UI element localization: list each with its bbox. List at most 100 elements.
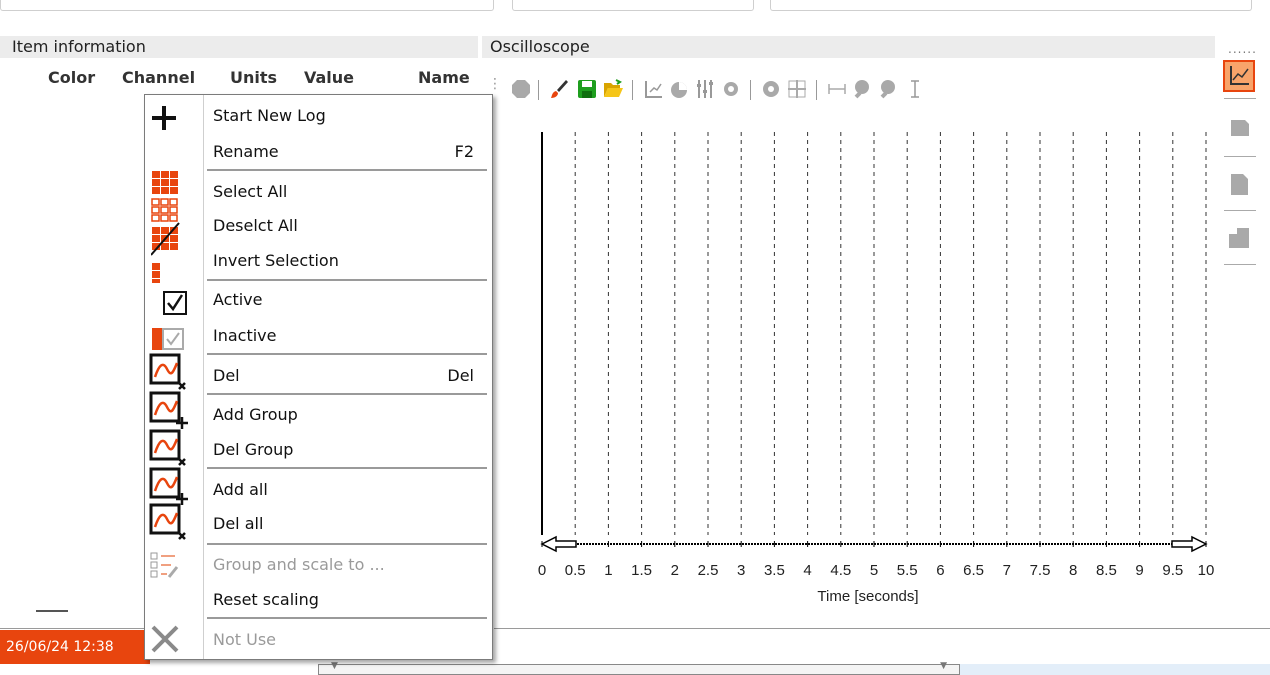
x-tick-labels: 0 0.5 1 1.5 2 2.5 3 3.5 4 4.5 5 5.5 6 6.5 7 7.5 8 8.5 9 9.5… bbox=[538, 562, 1215, 579]
menu-item-invert-selection[interactable]: Invert Selection bbox=[213, 246, 483, 276]
gear-icon[interactable] bbox=[720, 78, 742, 100]
save-icon[interactable] bbox=[576, 78, 598, 100]
x-tick-label: 3 bbox=[737, 562, 745, 579]
toolbar-separator bbox=[816, 80, 817, 100]
menu-item-label: Inactive bbox=[213, 326, 277, 345]
axis-icon[interactable] bbox=[642, 78, 664, 100]
cursor-icon[interactable] bbox=[904, 78, 926, 100]
chevron-down-icon: ▼ bbox=[940, 661, 947, 671]
toolbar-separator bbox=[538, 80, 539, 100]
minus-icon[interactable] bbox=[36, 610, 68, 612]
status-timestamp: 26/06/24 12:38 bbox=[0, 630, 150, 664]
menu-separator bbox=[207, 279, 487, 281]
top-field-2[interactable] bbox=[512, 0, 754, 11]
checkbox-grey-icon bbox=[152, 328, 184, 350]
x-axis bbox=[540, 535, 1208, 553]
x-tick-label: 10 bbox=[1198, 562, 1215, 579]
context-menu: Start New Log Rename F2 Select All Desel… bbox=[144, 94, 493, 660]
checkbox-checked-icon bbox=[163, 291, 187, 315]
chart-view-icon[interactable] bbox=[1223, 60, 1255, 92]
cross-icon bbox=[151, 625, 179, 653]
oscilloscope-title: Oscilloscope bbox=[482, 36, 1215, 58]
open-folder-icon[interactable] bbox=[602, 78, 624, 100]
toolbar-grip-icon: ⋮ bbox=[488, 76, 502, 92]
bottom-combobox[interactable]: ▼ ▼ bbox=[318, 661, 960, 675]
menu-item-label: Invert Selection bbox=[213, 251, 339, 270]
menu-item-add-group[interactable]: Add Group bbox=[213, 400, 483, 430]
document-icon[interactable] bbox=[1223, 168, 1255, 200]
menu-item-deselect-all[interactable]: Deselct All bbox=[213, 211, 483, 241]
toolbar-separator bbox=[632, 80, 633, 100]
column-units[interactable]: Units bbox=[230, 68, 277, 87]
menu-separator bbox=[207, 543, 487, 545]
layout-icon[interactable] bbox=[1223, 222, 1255, 254]
divider bbox=[1224, 156, 1256, 157]
menu-item-label: Not Use bbox=[213, 630, 277, 649]
x-tick-label: 9 bbox=[1135, 562, 1143, 579]
menu-item-group-and-scale[interactable]: Group and scale to ... bbox=[213, 550, 483, 580]
menu-item-inactive[interactable]: Inactive bbox=[213, 321, 483, 351]
x-tick-label: 7.5 bbox=[1030, 562, 1051, 579]
menu-item-label: Add all bbox=[213, 480, 268, 499]
zoom-out-icon[interactable] bbox=[878, 78, 900, 100]
column-color[interactable]: Color bbox=[48, 68, 95, 87]
menu-item-label: Active bbox=[213, 290, 263, 309]
menu-shortcut: Del bbox=[447, 366, 474, 385]
menu-item-not-use[interactable]: Not Use bbox=[213, 625, 483, 655]
menu-item-label: Start New Log bbox=[213, 106, 326, 125]
chevron-down-icon: ▼ bbox=[331, 661, 338, 671]
menu-item-label: Add Group bbox=[213, 405, 298, 424]
x-tick-label: 1.5 bbox=[631, 562, 652, 579]
oscilloscope-plot[interactable]: 0 0.5 1 1.5 2 2.5 3 3.5 4 4.5 5 5.5 6 6.5 7 7.5 8 8.5 9 9.5… bbox=[482, 110, 1222, 610]
menu-item-active[interactable]: Active bbox=[213, 285, 483, 315]
sliders-icon[interactable] bbox=[694, 78, 716, 100]
divider bbox=[1224, 210, 1256, 211]
menu-item-start-new-log[interactable]: Start New Log bbox=[213, 101, 483, 131]
tag-icon[interactable] bbox=[1223, 112, 1255, 144]
panel-grip-icon: ...... bbox=[1228, 42, 1257, 56]
x-tick-label: 9.5 bbox=[1162, 562, 1183, 579]
move-icon[interactable] bbox=[786, 78, 808, 100]
x-tick-label: 4 bbox=[803, 562, 811, 579]
gear-icon[interactable] bbox=[760, 78, 782, 100]
x-tick-label: 6.5 bbox=[963, 562, 984, 579]
x-tick-label: 2 bbox=[671, 562, 679, 579]
menu-item-rename[interactable]: Rename bbox=[213, 137, 483, 167]
zoom-in-icon[interactable] bbox=[852, 78, 874, 100]
top-field-1[interactable] bbox=[0, 0, 494, 11]
menu-item-del-group[interactable]: Del Group bbox=[213, 435, 483, 465]
divider bbox=[1224, 264, 1256, 265]
column-channel[interactable]: Channel bbox=[122, 68, 195, 87]
menu-item-reset-scaling[interactable]: Reset scaling bbox=[213, 585, 483, 615]
wave-delete-icon bbox=[149, 353, 186, 390]
group-scale-icon bbox=[150, 552, 179, 578]
top-field-3[interactable] bbox=[770, 0, 1252, 11]
x-tick-label: 5.5 bbox=[897, 562, 918, 579]
menu-item-del[interactable]: Del bbox=[213, 361, 483, 391]
scroll-left-arrow-icon[interactable] bbox=[540, 535, 577, 553]
menu-separator bbox=[207, 617, 487, 619]
menu-separator bbox=[207, 169, 487, 171]
stop-icon[interactable] bbox=[510, 78, 532, 100]
menu-item-label: Del bbox=[213, 366, 240, 385]
menu-separator bbox=[207, 393, 487, 395]
column-value[interactable]: Value bbox=[304, 68, 354, 87]
scroll-right-arrow-icon[interactable] bbox=[1171, 535, 1208, 553]
item-information-title: Item information bbox=[0, 36, 478, 58]
oscilloscope-toolbar: ⋮ bbox=[488, 74, 1216, 108]
menu-item-label: Group and scale to ... bbox=[213, 555, 385, 574]
grid-full-icon bbox=[151, 171, 180, 283]
menu-item-del-all[interactable]: Del all bbox=[213, 509, 483, 539]
x-tick-label: 6 bbox=[936, 562, 944, 579]
menu-item-add-all[interactable]: Add all bbox=[213, 475, 483, 505]
x-tick-label: 5 bbox=[870, 562, 878, 579]
menu-item-select-all[interactable]: Select All bbox=[213, 177, 483, 207]
menu-item-label: Reset scaling bbox=[213, 590, 319, 609]
divider bbox=[203, 95, 204, 659]
divider bbox=[0, 628, 146, 629]
span-icon[interactable] bbox=[826, 78, 848, 100]
pie-icon[interactable] bbox=[668, 78, 690, 100]
brush-icon[interactable] bbox=[548, 78, 570, 100]
menu-separator bbox=[207, 467, 487, 469]
column-name[interactable]: Name bbox=[418, 68, 470, 87]
